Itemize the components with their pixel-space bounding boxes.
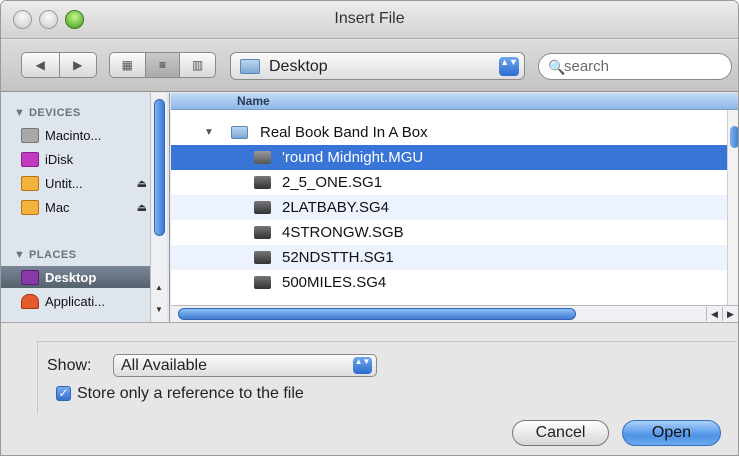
horizontal-scroll-thumb[interactable]	[178, 308, 576, 320]
store-reference-checkbox[interactable]: ✓	[56, 386, 71, 401]
location-popup[interactable]: Desktop ▲▼	[230, 52, 525, 80]
sidebar-item-label: Desktop	[45, 269, 97, 285]
desktop-icon	[21, 269, 39, 285]
forward-button[interactable]: ▶	[60, 53, 97, 77]
column-view-icon: ▥	[191, 58, 204, 72]
forward-arrow-icon: ▶	[73, 58, 83, 72]
file-row[interactable]: 500MILES.SG4	[171, 270, 727, 295]
sidebar-item-untitled[interactable]: Untit... ⏏	[21, 172, 151, 194]
list-view-button[interactable]: ≡	[145, 53, 181, 77]
folder-row[interactable]: ▼ Real Book Band In A Box	[171, 120, 727, 145]
file-row[interactable]: 4STRONGW.SGB	[171, 220, 727, 245]
back-button[interactable]: ◀	[22, 53, 60, 77]
sidebar-item-mac[interactable]: Mac ⏏	[21, 196, 151, 218]
document-icon	[254, 176, 271, 189]
sidebar-item-label: iDisk	[45, 151, 74, 167]
toolbar: ◀ ▶ ▦ ≡ ▥ Desktop ▲▼ 🔍	[1, 40, 738, 92]
hard-drive-icon	[21, 127, 39, 143]
drive-icon	[21, 175, 39, 191]
scroll-left-icon[interactable]: ◀	[706, 307, 722, 321]
file-row[interactable]: 52NDSTTH.SG1	[171, 245, 727, 270]
popup-arrows-icon: ▲▼	[353, 357, 372, 374]
sidebar-item-label: Applicati...	[45, 293, 105, 309]
back-forward-control: ◀ ▶	[21, 52, 97, 78]
search-icon: 🔍	[548, 59, 566, 75]
show-value: All Available	[121, 357, 207, 374]
column-view-button[interactable]: ▥	[180, 53, 215, 77]
window-title: Insert File	[334, 10, 405, 27]
show-label: Show:	[47, 357, 92, 374]
vertical-scroll-thumb[interactable]	[730, 126, 738, 148]
devices-header[interactable]: ▼ DEVICES	[14, 107, 81, 119]
folder-name: Real Book Band In A Box	[260, 124, 428, 141]
file-row[interactable]: 'round Midnight.MGU	[171, 145, 727, 170]
file-name: 'round Midnight.MGU	[282, 149, 424, 166]
search-field[interactable]: 🔍	[538, 53, 732, 80]
location-label: Desktop	[269, 58, 328, 75]
sidebar-item-label: Mac	[45, 199, 70, 215]
applications-icon	[21, 293, 39, 309]
document-icon	[254, 201, 271, 214]
sidebar-scroll-thumb[interactable]	[154, 99, 165, 236]
document-icon	[254, 251, 271, 264]
idisk-icon	[21, 151, 39, 167]
file-name: 2LATBABY.SG4	[282, 199, 390, 216]
column-header-name[interactable]: Name	[171, 93, 738, 110]
folder-icon	[231, 126, 248, 139]
file-list: Name ▼ Real Book Band In A Box 'round Mi…	[171, 93, 738, 305]
sidebar-item-label: Untit...	[45, 175, 83, 191]
view-mode-control: ▦ ≡ ▥	[109, 52, 216, 78]
file-row[interactable]: 2_5_ONE.SG1	[171, 170, 727, 195]
document-icon	[254, 151, 271, 164]
eject-icon[interactable]: ⏏	[137, 201, 147, 214]
sidebar-item-idisk[interactable]: iDisk	[21, 148, 151, 170]
scroll-right-icon[interactable]: ▶	[722, 307, 738, 321]
sidebar-item-desktop[interactable]: Desktop	[1, 266, 153, 288]
sidebar-scrollbar[interactable]: ▲ ▼	[150, 93, 167, 322]
document-icon	[254, 226, 271, 239]
show-popup[interactable]: All Available ▲▼	[113, 354, 377, 377]
disclosure-triangle-icon[interactable]: ▼	[204, 127, 214, 138]
scroll-up-icon[interactable]: ▲	[155, 283, 163, 292]
list-view-icon: ≡	[158, 58, 166, 72]
file-list-vertical-scrollbar[interactable]	[727, 110, 738, 305]
file-name: 52NDSTTH.SG1	[282, 249, 394, 266]
folder-icon	[240, 59, 260, 74]
open-button[interactable]: Open	[622, 420, 721, 446]
places-header[interactable]: ▼ PLACES	[14, 249, 77, 261]
popup-arrows-icon: ▲▼	[499, 57, 519, 76]
file-row[interactable]: 2LATBABY.SG4	[171, 195, 727, 220]
drive-icon	[21, 199, 39, 215]
eject-icon[interactable]: ⏏	[137, 177, 147, 190]
search-input[interactable]	[564, 57, 724, 76]
store-reference-label[interactable]: Store only a reference to the file	[77, 385, 304, 403]
options-group	[37, 341, 737, 414]
scroll-down-icon[interactable]: ▼	[155, 305, 163, 314]
document-icon	[254, 276, 271, 289]
file-name: 500MILES.SG4	[282, 274, 387, 291]
icon-view-icon: ▦	[121, 58, 133, 72]
sidebar-item-applications[interactable]: Applicati...	[21, 290, 151, 312]
cancel-button[interactable]: Cancel	[512, 420, 609, 446]
insert-file-dialog: Insert File ◀ ▶ ▦ ≡ ▥ Desktop ▲▼ 🔍 ▼ DEV…	[0, 0, 739, 456]
file-name: 4STRONGW.SGB	[282, 224, 404, 241]
title-bar: Insert File	[1, 1, 738, 39]
back-arrow-icon: ◀	[35, 58, 45, 72]
sidebar: ▼ DEVICES Macinto... iDisk Untit... ⏏ Ma…	[1, 93, 170, 322]
file-name: 2_5_ONE.SG1	[282, 174, 383, 191]
options-panel: Show: All Available ▲▼ ✓ Store only a re…	[1, 322, 738, 455]
icon-view-button[interactable]: ▦	[110, 53, 146, 77]
sidebar-item-macintosh[interactable]: Macinto...	[21, 124, 151, 146]
file-list-horizontal-scrollbar[interactable]: ◀ ▶	[171, 305, 738, 322]
sidebar-item-label: Macinto...	[45, 127, 102, 143]
